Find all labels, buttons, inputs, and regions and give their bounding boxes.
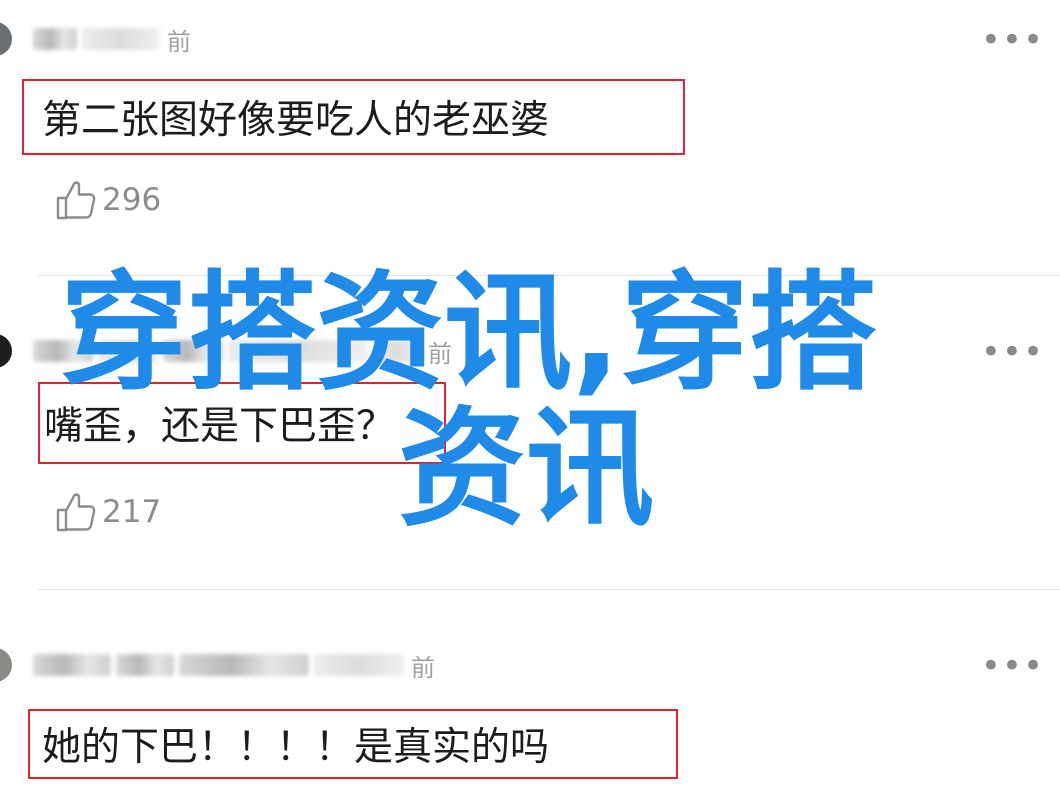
blurred-time <box>82 28 160 50</box>
blurred-username <box>33 654 111 676</box>
blurred-username <box>228 340 368 362</box>
blurred-username <box>33 340 93 362</box>
comment-text: 嘴歪，还是下巴歪？ <box>44 404 396 449</box>
comment-meta: 前 <box>33 22 191 56</box>
highlighted-comment-box: 嘴歪，还是下巴歪？ <box>38 382 446 464</box>
like-count: 296 <box>102 182 162 218</box>
like-button[interactable]: 217 <box>54 490 161 534</box>
more-dots-icon[interactable]: ••• <box>981 335 1044 369</box>
thumbs-up-icon <box>56 493 96 532</box>
timestamp-suffix: 前 <box>167 27 191 56</box>
highlighted-comment-box: 她的下巴！！！！是真实的吗 <box>28 709 678 779</box>
comment-item: 前 ••• 她的下巴！！！！是真实的吗 <box>0 590 1060 791</box>
comment-text: 第二张图好像要吃人的老巫婆 <box>42 98 550 143</box>
comment-item: 前 ••• 嘴歪，还是下巴歪？ 217 <box>0 276 1060 590</box>
timestamp-suffix: 前 <box>411 653 435 682</box>
more-dots-icon[interactable]: ••• <box>981 649 1044 683</box>
avatar[interactable] <box>0 648 12 682</box>
blurred-time <box>373 340 421 362</box>
highlighted-comment-box: 第二张图好像要吃人的老巫婆 <box>22 79 685 155</box>
comment-meta: 前 <box>33 334 452 368</box>
blurred-username <box>33 28 77 50</box>
avatar[interactable] <box>0 334 12 368</box>
comment-meta: 前 <box>33 648 435 682</box>
blurred-username <box>179 654 309 676</box>
blurred-username <box>116 654 174 676</box>
thumbs-up-icon <box>56 181 96 220</box>
more-dots-icon[interactable]: ••• <box>981 23 1044 57</box>
avatar[interactable] <box>0 22 12 56</box>
blurred-username <box>98 340 158 362</box>
like-count: 217 <box>102 494 162 530</box>
comment-text: 她的下巴！！！！是真实的吗 <box>42 725 550 770</box>
like-button[interactable]: 296 <box>54 178 161 222</box>
blurred-time <box>314 654 404 676</box>
blurred-username <box>163 340 223 362</box>
comment-item: 前 ••• 第二张图好像要吃人的老巫婆 296 <box>0 0 1060 276</box>
timestamp-suffix: 前 <box>428 339 452 368</box>
